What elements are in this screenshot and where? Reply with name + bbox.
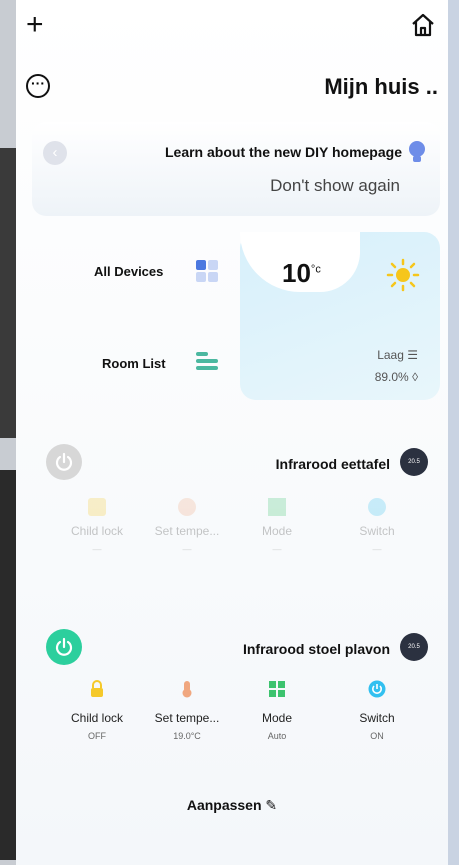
feature-switch[interactable]: Switch —	[332, 498, 422, 554]
background-photo	[0, 148, 16, 438]
mode-grid-icon	[269, 681, 285, 697]
overview-panel: 10°c Laag ☰ 89.0% ◊ All Devices Room Lis…	[32, 232, 440, 400]
feature-set-temperature[interactable]: Set tempe... 19.0°C	[142, 680, 232, 741]
thermostat-icon: 20.5	[400, 633, 428, 661]
customize-button[interactable]: Aanpassen ✎	[16, 797, 448, 814]
learn-card[interactable]: ‹ Learn about the new DIY homepage Don't…	[32, 122, 440, 216]
humidity-label: 89.0% ◊	[374, 370, 418, 384]
thermometer-icon	[182, 681, 192, 698]
dont-show-again-button[interactable]: Don't show again	[270, 176, 400, 196]
plus-icon[interactable]: +	[26, 10, 44, 40]
pencil-icon: ✎	[265, 797, 278, 813]
background-photo	[0, 470, 16, 860]
temperature: 10°c	[282, 258, 321, 288]
page-title: Mijn huis ..	[324, 74, 438, 99]
power-icon	[55, 637, 73, 656]
device-name: Infrarood stoel plavon	[242, 641, 390, 657]
grid-icon	[196, 260, 218, 282]
feature-child-lock[interactable]: Child lock —	[52, 498, 142, 554]
feature-mode[interactable]: Mode Auto	[232, 680, 322, 741]
switch-icon	[368, 680, 386, 698]
bulb-icon	[409, 141, 425, 162]
list-icon	[196, 352, 218, 370]
feature-switch[interactable]: Switch ON	[332, 680, 422, 741]
level-label: Laag ☰	[377, 348, 418, 362]
power-button[interactable]	[46, 444, 82, 480]
background-right	[448, 0, 459, 865]
more-icon[interactable]: ···	[26, 74, 50, 98]
power-button[interactable]	[46, 629, 82, 665]
feature-mode[interactable]: Mode —	[232, 498, 322, 554]
feature-child-lock[interactable]: Child lock OFF	[52, 680, 142, 741]
device-card[interactable]: Infrarood eettafel 20.5 Child lock — Set…	[32, 440, 440, 580]
learn-link[interactable]: Learn about the new DIY homepage	[165, 144, 402, 160]
background-left	[0, 0, 16, 865]
device-card[interactable]: Infrarood stoel plavon 20.5 Child lock O…	[32, 628, 440, 768]
app-screen: + ··· Mijn huis .. ‹ Learn about the new…	[16, 0, 448, 865]
chevron-left-icon[interactable]: ‹	[43, 141, 67, 165]
lock-icon	[91, 680, 103, 697]
room-list-link[interactable]: Room List	[102, 356, 166, 371]
all-devices-link[interactable]: All Devices	[94, 264, 163, 279]
feature-set-temperature[interactable]: Set tempe... —	[142, 498, 232, 554]
power-icon	[55, 452, 73, 471]
home-icon[interactable]	[410, 12, 436, 38]
thermostat-icon: 20.5	[400, 448, 428, 476]
device-name: Infrarood eettafel	[275, 456, 390, 472]
sun-icon	[386, 258, 420, 292]
